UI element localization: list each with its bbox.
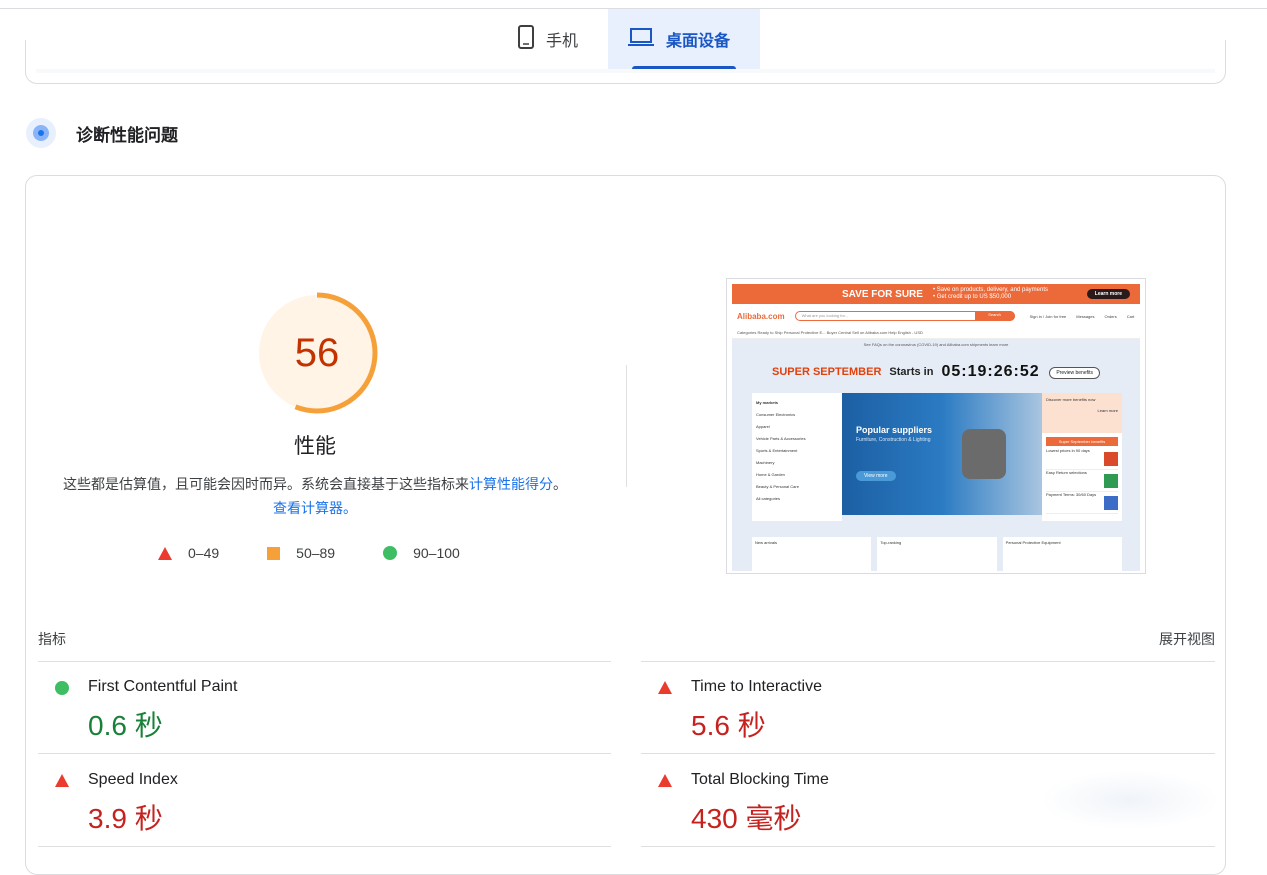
- square-icon: [267, 546, 281, 560]
- section-title: 诊断性能问题: [76, 125, 178, 145]
- triangle-icon: [658, 774, 672, 787]
- metrics-header: 指标: [38, 631, 66, 647]
- view-calculator-link[interactable]: 查看计算器。: [273, 500, 357, 516]
- metric-value: 5.6 秒: [691, 710, 766, 741]
- thumb-link: Orders: [1104, 313, 1117, 319]
- thumb-banner-title: SAVE FOR SURE: [842, 288, 923, 300]
- metric-name: Total Blocking Time: [691, 771, 829, 788]
- legend-item-good: 90–100: [383, 545, 460, 561]
- thumb-logo: Alibaba.com: [737, 311, 785, 321]
- thumb-search-placeholder: What are you looking for...: [801, 313, 849, 318]
- metric-value: 0.6 秒: [88, 710, 163, 741]
- thumb-link: Sign in / Join for free: [1029, 313, 1067, 319]
- thumb-market-item: Home & Garden: [756, 472, 785, 477]
- thumb-right-row: Payment Terms: 30/60 Days: [1046, 492, 1118, 514]
- expand-view-toggle[interactable]: 展开视图: [1159, 629, 1215, 649]
- ghost-overlay: [1040, 770, 1220, 830]
- thumb-markets: My markets Consumer Electronics Apparel …: [752, 393, 842, 521]
- thumb-notice: See FAQs on the coronavirus (COVID-19) a…: [863, 342, 1009, 347]
- thumb-card: New arrivals: [752, 537, 872, 571]
- thumb-right-row: Easy Return selections: [1046, 470, 1118, 492]
- thumb-header-links: Sign in / Join for free Messages Orders …: [1030, 314, 1135, 319]
- metric-name: Time to Interactive: [691, 678, 823, 695]
- thumb-promo-banner: SAVE FOR SURE • Save on products, delive…: [732, 284, 1140, 304]
- thumb-search: What are you looking for... Search: [794, 311, 1015, 321]
- thumb-starts-in: Starts in: [889, 366, 934, 378]
- thumb-card: Personal Protective Equipment: [1002, 537, 1122, 571]
- thumb-right-promo: Discover more benefits now: [1046, 397, 1096, 402]
- thumb-market-item: Beauty & Personal Care: [756, 484, 799, 489]
- performance-score: 56: [294, 330, 340, 375]
- thumb-learn-more: Learn more: [1086, 289, 1130, 299]
- thumb-bottom-cards: New arrivals Top-ranking Personal Protec…: [752, 537, 1122, 571]
- thumb-markets-title: My markets: [756, 400, 779, 405]
- thumb-preview-button: Preview benefits: [1049, 367, 1100, 379]
- page-screenshot[interactable]: SAVE FOR SURE • Save on products, delive…: [726, 278, 1146, 574]
- thumb-hero: See FAQs on the coronavirus (COVID-19) a…: [732, 339, 1140, 571]
- metric-name: Speed Index: [88, 771, 178, 788]
- thumb-promo-2: • Get credit up to US $50,000: [932, 294, 1012, 300]
- thumb-market-item: Sports & Entertainment: [756, 448, 798, 453]
- thumb-countdown: SUPER SEPTEMBER Starts in 05:19:26:52: [772, 363, 1040, 381]
- circle-icon: [383, 546, 398, 560]
- thumb-hero-button: View more: [856, 471, 896, 481]
- metric-value: 430 毫秒: [691, 803, 802, 834]
- legend-range: 50–89: [296, 545, 336, 561]
- thumb-hero-sub: Furniture, Construction & Lighting: [856, 437, 931, 443]
- thumb-link: Messages: [1076, 313, 1095, 319]
- thumb-search-button: Search: [974, 311, 1015, 321]
- triangle-icon: [158, 546, 172, 560]
- thumb-right-panel: Discover more benefits now Learn more Su…: [1042, 393, 1122, 521]
- thumb-right-super: Super September benefits: [1046, 437, 1118, 446]
- legend-item-poor: 0–49: [158, 545, 219, 561]
- thumb-market-item: All categories: [756, 496, 781, 501]
- thumb-market-item: Consumer Electronics: [756, 412, 796, 417]
- triangle-icon: [55, 774, 69, 787]
- thumb-promo-1: • Save on products, delivery, and paymen…: [932, 287, 1048, 293]
- thumb-market-item: Machinery: [756, 460, 775, 465]
- metrics-divider: [641, 846, 1215, 847]
- thumb-countdown-label: SUPER SEPTEMBER: [772, 366, 882, 378]
- description-separator: 。: [553, 476, 567, 492]
- thumb-hero-banner: Popular suppliers Furniture, Constructio…: [842, 393, 1042, 515]
- metrics-divider: [641, 753, 1215, 754]
- legend-range: 0–49: [188, 545, 220, 561]
- metric-value: 3.9 秒: [88, 803, 163, 834]
- previous-card: [25, 40, 1226, 84]
- calc-score-link[interactable]: 计算性能得分: [469, 476, 553, 492]
- thumb-link: Cart: [1126, 313, 1135, 319]
- vertical-divider: [626, 365, 627, 487]
- thumb-right-learn: Learn more: [1097, 408, 1118, 413]
- metrics-divider: [641, 661, 1215, 662]
- thumb-hero-title: Popular suppliers: [856, 425, 933, 435]
- diagnose-icon: [26, 118, 56, 148]
- thumb-countdown-time: 05:19:26:52: [941, 363, 1040, 380]
- metric-name: First Contentful Paint: [88, 678, 238, 695]
- thumb-card: Top-ranking: [877, 537, 997, 571]
- section-heading: 诊断性能问题: [26, 118, 178, 148]
- legend-item-average: 50–89: [267, 545, 335, 561]
- thumb-nav: Categories Ready to Ship Personal Protec…: [732, 327, 1140, 339]
- thumb-market-item: Vehicle Parts & Accessories: [756, 436, 806, 441]
- description-text: 这些都是估算值，且可能会因时而异。系统会直接基于这些指标来: [63, 476, 469, 492]
- score-legend: 0–49 50–89 90–100: [158, 545, 460, 561]
- thumb-right-row: Lowest prices in 90 days: [1046, 448, 1118, 470]
- armchair-image: [962, 429, 1006, 479]
- thumb-header: Alibaba.com What are you looking for... …: [732, 305, 1140, 327]
- metrics-divider: [38, 846, 611, 847]
- metrics-divider: [38, 661, 611, 662]
- performance-label: 性能: [294, 435, 336, 458]
- performance-description: 这些都是估算值，且可能会因时而异。系统会直接基于这些指标来计算性能得分。查看计算…: [60, 472, 570, 520]
- performance-gauge: 56: [256, 292, 378, 414]
- thumb-market-item: Apparel: [756, 424, 770, 429]
- legend-range: 90–100: [413, 545, 460, 561]
- thumb-banner-promo: • Save on products, delivery, and paymen…: [933, 287, 1048, 301]
- circle-icon: [55, 681, 69, 695]
- triangle-icon: [658, 681, 672, 694]
- metrics-divider: [38, 753, 611, 754]
